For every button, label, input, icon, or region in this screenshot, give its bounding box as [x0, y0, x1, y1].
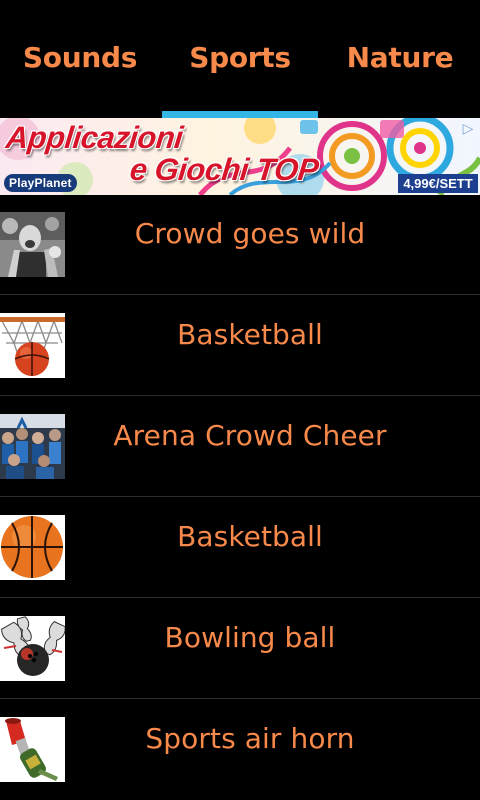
list-item[interactable]: Bowling ball	[0, 599, 480, 699]
list-item[interactable]: Sports air horn	[0, 700, 480, 800]
list-item-label: Crowd goes wild	[134, 217, 366, 250]
category-tab-bar: Sounds Sports Nature	[0, 0, 480, 118]
app-screen: Sounds Sports Nature Applicazioni e Gioc…	[0, 0, 480, 800]
list-item[interactable]: Arena Crowd Cheer	[0, 397, 480, 497]
list-item-label: Bowling ball	[164, 621, 336, 654]
ad-choices-icon[interactable]: ▷	[459, 120, 477, 138]
list-item[interactable]: Crowd goes wild	[0, 195, 480, 295]
ad-brand-logo: PlayPlanet	[4, 174, 77, 192]
list-item[interactable]: Basketball	[0, 498, 480, 598]
list-item-label: Basketball	[177, 520, 323, 553]
list-item-label: Basketball	[177, 318, 323, 351]
tab-sports[interactable]: Sports	[160, 0, 320, 118]
ad-banner[interactable]: Applicazioni e Giochi TOP PlayPlanet 4,9…	[0, 118, 480, 195]
list-item[interactable]: Basketball	[0, 296, 480, 396]
ad-price-tag: 4,99€/SETT	[398, 174, 478, 193]
tab-nature-label: Nature	[346, 40, 454, 74]
ad-headline-line2: e Giochi TOP	[128, 152, 320, 187]
list-divider	[0, 698, 480, 699]
selected-tab-indicator	[162, 111, 318, 118]
list-divider	[0, 294, 480, 295]
list-divider	[0, 597, 480, 598]
tab-sports-label: Sports	[189, 40, 291, 74]
list-item-label: Sports air horn	[145, 722, 355, 755]
list-item-label: Arena Crowd Cheer	[113, 419, 387, 452]
tab-nature[interactable]: Nature	[320, 0, 480, 118]
tab-sounds[interactable]: Sounds	[0, 0, 160, 118]
tab-sounds-label: Sounds	[22, 40, 138, 74]
list-divider	[0, 395, 480, 396]
ad-headline-line1: Applicazioni	[4, 120, 185, 155]
list-divider	[0, 496, 480, 497]
sound-list: Crowd goes wild Basketball Arena Crowd C…	[0, 195, 480, 800]
